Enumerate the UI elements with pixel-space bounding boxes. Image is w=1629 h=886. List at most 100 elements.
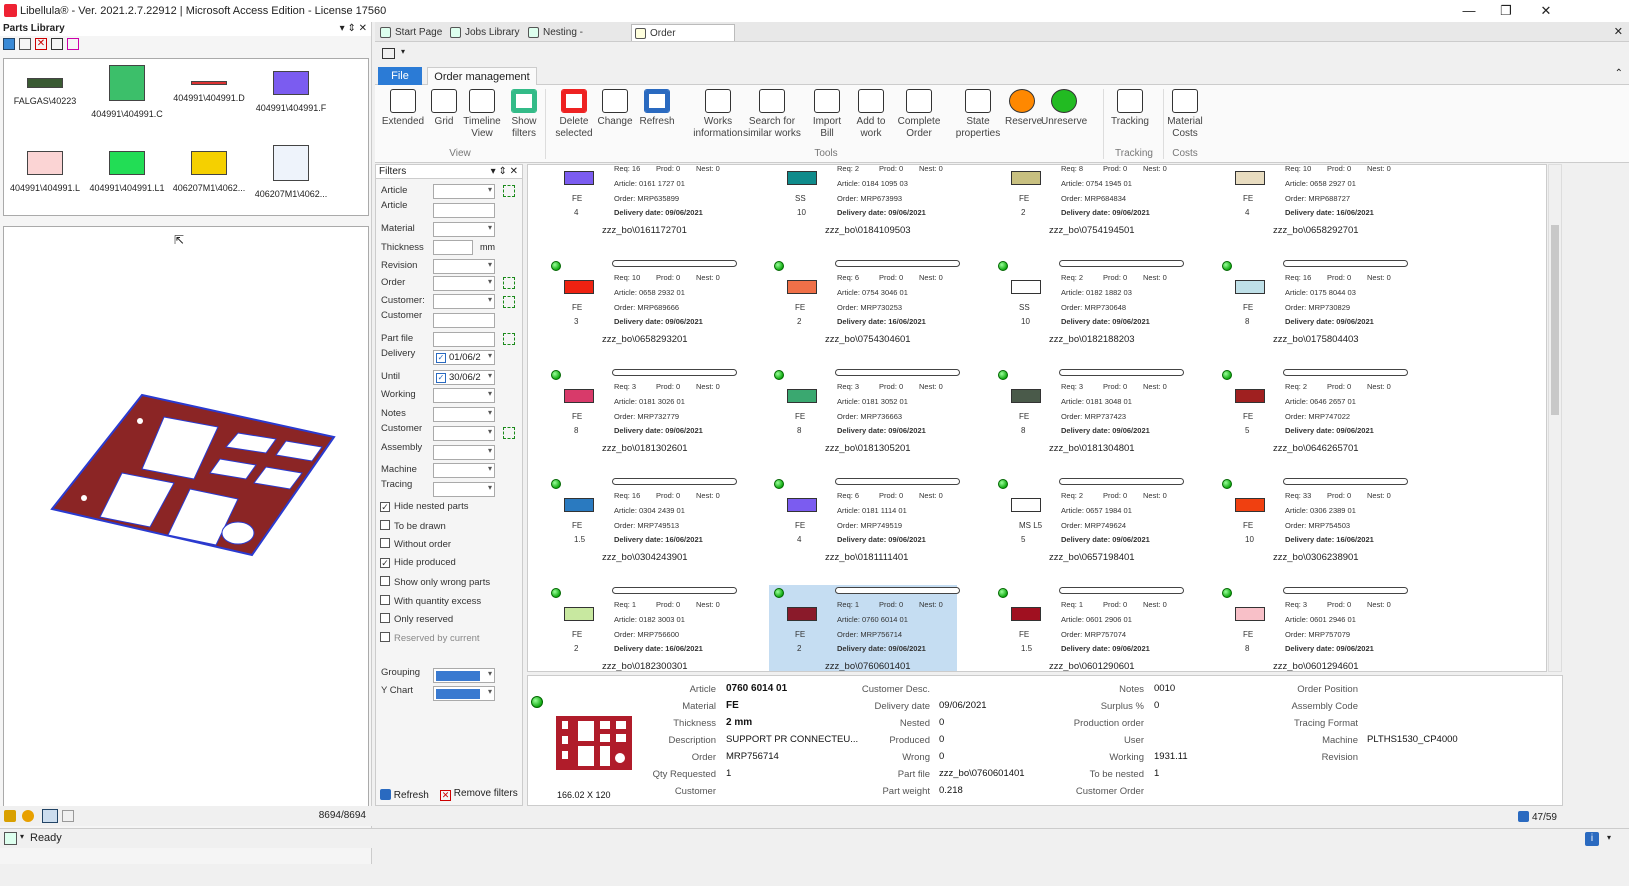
user-icon[interactable] xyxy=(22,810,34,822)
filter-checkbox[interactable]: Only reserved xyxy=(380,613,453,625)
filter-checkbox[interactable]: With quantity excess xyxy=(380,594,481,607)
color-icon[interactable] xyxy=(67,38,79,50)
info-icon[interactable]: i xyxy=(1585,832,1599,846)
order-card[interactable]: Req: 2 Prod: 0 Nest: 0 Article: 0184 1095 0… xyxy=(769,165,957,244)
filter-input[interactable]: ▾ xyxy=(433,482,495,497)
order-card[interactable]: Req: 1 Prod: 0 Nest: 0 Article: 0760 6014 0… xyxy=(769,585,960,671)
part-thumbnail[interactable]: 404991\404991.L1 xyxy=(86,141,168,211)
field-chooser-icon[interactable] xyxy=(503,185,515,197)
state-properties-button[interactable]: State properties xyxy=(953,89,1003,140)
filter-checkbox[interactable]: ✓ Hide nested parts xyxy=(380,501,468,512)
order-card[interactable]: Req: 16 Prod: 0 Nest: 0 Article: 0175 8044 … xyxy=(1217,258,1408,353)
extended-button[interactable]: Extended xyxy=(381,89,425,128)
filter-checkbox[interactable]: Show only wrong parts xyxy=(380,575,490,588)
filter-input[interactable]: ▾ xyxy=(433,463,495,478)
filter-input[interactable]: ▾ xyxy=(433,426,495,441)
status-dropdown-icon[interactable]: ▾ xyxy=(20,832,24,841)
filter-input[interactable] xyxy=(433,203,495,218)
tab-order-management[interactable]: Order management xyxy=(631,24,735,56)
filter-input[interactable]: ▾ xyxy=(433,407,495,422)
part-thumbnail[interactable]: FALGAS\40223 xyxy=(4,61,86,131)
filter-input[interactable]: ▾ xyxy=(433,184,495,199)
delete-icon[interactable]: ✕ xyxy=(35,38,47,50)
filter-input[interactable] xyxy=(433,332,495,347)
show-filters-button[interactable]: Show filters xyxy=(509,89,539,140)
order-card[interactable]: Req: 3 Prod: 0 Nest: 0 Article: 0181 3026 0… xyxy=(546,367,737,462)
filter-checkbox[interactable]: Reserved by current xyxy=(380,631,480,644)
order-card[interactable]: Req: 3 Prod: 0 Nest: 0 Article: 0181 3048 0… xyxy=(993,367,1184,462)
filter-input[interactable]: mm xyxy=(433,240,495,255)
part-3d-viewer[interactable]: ⇱ xyxy=(3,226,369,826)
field-chooser-icon[interactable] xyxy=(503,277,515,289)
filters-pane-controls[interactable]: ▾ ⇕ ✕ xyxy=(491,165,518,179)
change-button[interactable]: Change xyxy=(597,89,633,128)
part-thumbnail[interactable]: 404991\404991.D xyxy=(168,61,250,131)
order-card[interactable]: Req: 16 Prod: 0 Nest: 0 Article: 0304 2439 … xyxy=(546,476,737,571)
field-chooser-icon[interactable] xyxy=(503,333,515,345)
grouping-select[interactable]: ▾ xyxy=(433,668,495,683)
close-button[interactable]: ✕ xyxy=(1523,0,1569,22)
filters-refresh-button[interactable]: Refresh xyxy=(380,789,429,801)
filter-input[interactable]: ▾ xyxy=(433,294,495,309)
filter-input[interactable]: ▾ xyxy=(433,222,495,237)
order-management-tab[interactable]: Order management xyxy=(427,67,537,86)
qat-dropdown-icon[interactable]: ▾ xyxy=(401,47,405,56)
remove-filters-button[interactable]: ✕ Remove filters xyxy=(440,788,518,801)
works-information-button[interactable]: Works information xyxy=(693,89,743,140)
filter-checkbox[interactable]: To be drawn xyxy=(380,519,446,532)
part-thumbnail[interactable]: 404991\404991.F xyxy=(250,61,332,131)
order-card[interactable]: Req: 2 Prod: 0 Nest: 0 Article: 0657 1984 0… xyxy=(993,476,1184,571)
ychart-select[interactable]: ▾ xyxy=(433,686,495,701)
order-card[interactable]: Req: 6 Prod: 0 Nest: 0 Article: 0181 1114 0… xyxy=(769,476,960,571)
filter-input[interactable]: ▾ xyxy=(433,445,495,460)
home-status-icon[interactable] xyxy=(4,832,17,845)
pane-controls[interactable]: ▾ ⇕ ✕ xyxy=(340,22,367,36)
tab-jobs-library[interactable]: Jobs Library xyxy=(447,24,523,41)
filter-input[interactable]: ▾ xyxy=(433,259,495,274)
info-dropdown-icon[interactable]: ▾ xyxy=(1607,833,1611,842)
order-card[interactable]: Req: 1 Prod: 0 Nest: 0 Article: 0601 2906 0… xyxy=(993,585,1184,671)
order-card[interactable]: Req: 16 Prod: 0 Nest: 0 Article: 0161 1727 … xyxy=(546,165,734,244)
grid-button[interactable]: Grid xyxy=(429,89,459,128)
filter-input[interactable]: ✓ 01/06/2 ▾ xyxy=(433,350,495,365)
timeline-view-button[interactable]: Timeline View xyxy=(461,89,503,140)
part-thumbnail[interactable]: 404991\404991.L xyxy=(4,141,86,211)
thumb-view-icon[interactable] xyxy=(62,810,74,822)
folder-open-icon[interactable] xyxy=(382,48,395,59)
refresh-icon[interactable] xyxy=(3,38,15,50)
filter-input[interactable]: ▾ xyxy=(433,388,495,403)
complete-order-button[interactable]: Complete Order xyxy=(895,89,943,140)
close-tab-icon[interactable]: ✕ xyxy=(1614,25,1623,38)
filter-input[interactable] xyxy=(433,313,495,328)
orders-grid[interactable]: Req: 16 Prod: 0 Nest: 0 Article: 0161 1727 … xyxy=(527,164,1547,672)
tracking-button[interactable]: Tracking xyxy=(1107,89,1153,128)
refresh-button[interactable]: Refresh xyxy=(639,89,675,128)
list-view-icon[interactable] xyxy=(42,809,58,823)
order-card[interactable]: Req: 2 Prod: 0 Nest: 0 Article: 0182 1882 0… xyxy=(993,258,1184,353)
part-thumbnail[interactable]: 406207M1\4062... xyxy=(168,141,250,211)
part-thumbnail[interactable]: 404991\404991.C xyxy=(86,61,168,131)
order-card[interactable]: Req: 8 Prod: 0 Nest: 0 Article: 0754 1945 0… xyxy=(993,165,1181,244)
reserve-button[interactable]: Reserve xyxy=(1005,89,1042,128)
delete-selected-button[interactable]: Delete selected xyxy=(555,89,593,140)
order-card[interactable]: Req: 3 Prod: 0 Nest: 0 Article: 0181 3052 0… xyxy=(769,367,960,462)
add-to-work-button[interactable]: Add to work xyxy=(851,89,891,140)
order-card[interactable]: Req: 3 Prod: 0 Nest: 0 Article: 0601 2946 0… xyxy=(1217,585,1408,671)
filter-input[interactable]: ▾ xyxy=(433,276,495,291)
tab-nesting[interactable]: Nesting - Nexting_8 xyxy=(525,24,627,55)
filter-checkbox[interactable]: Without order xyxy=(380,538,451,550)
order-card[interactable]: Req: 10 Prod: 0 Nest: 0 Article: 0658 2927 … xyxy=(1217,165,1405,244)
material-costs-button[interactable]: Material Costs xyxy=(1167,89,1203,140)
file-tab[interactable]: File xyxy=(378,67,422,85)
order-card[interactable]: Req: 10 Prod: 0 Nest: 0 Article: 0658 2932 … xyxy=(546,258,737,353)
grid-scrollbar[interactable] xyxy=(1548,164,1562,672)
order-card[interactable]: Req: 6 Prod: 0 Nest: 0 Article: 0754 3046 0… xyxy=(769,258,960,353)
grid-view-icon[interactable] xyxy=(19,38,31,50)
collapse-ribbon-icon[interactable]: ⌃ xyxy=(1615,68,1623,79)
folder-icon[interactable] xyxy=(4,810,16,822)
filter-input[interactable]: ✓ 30/06/2 ▾ xyxy=(433,370,495,385)
import-bill-button[interactable]: Import Bill xyxy=(809,89,845,140)
order-card[interactable]: Req: 2 Prod: 0 Nest: 0 Article: 0646 2657 0… xyxy=(1217,367,1408,462)
field-chooser-icon[interactable] xyxy=(503,427,515,439)
search-for-similar-works-button[interactable]: Search for similar works xyxy=(741,89,803,140)
